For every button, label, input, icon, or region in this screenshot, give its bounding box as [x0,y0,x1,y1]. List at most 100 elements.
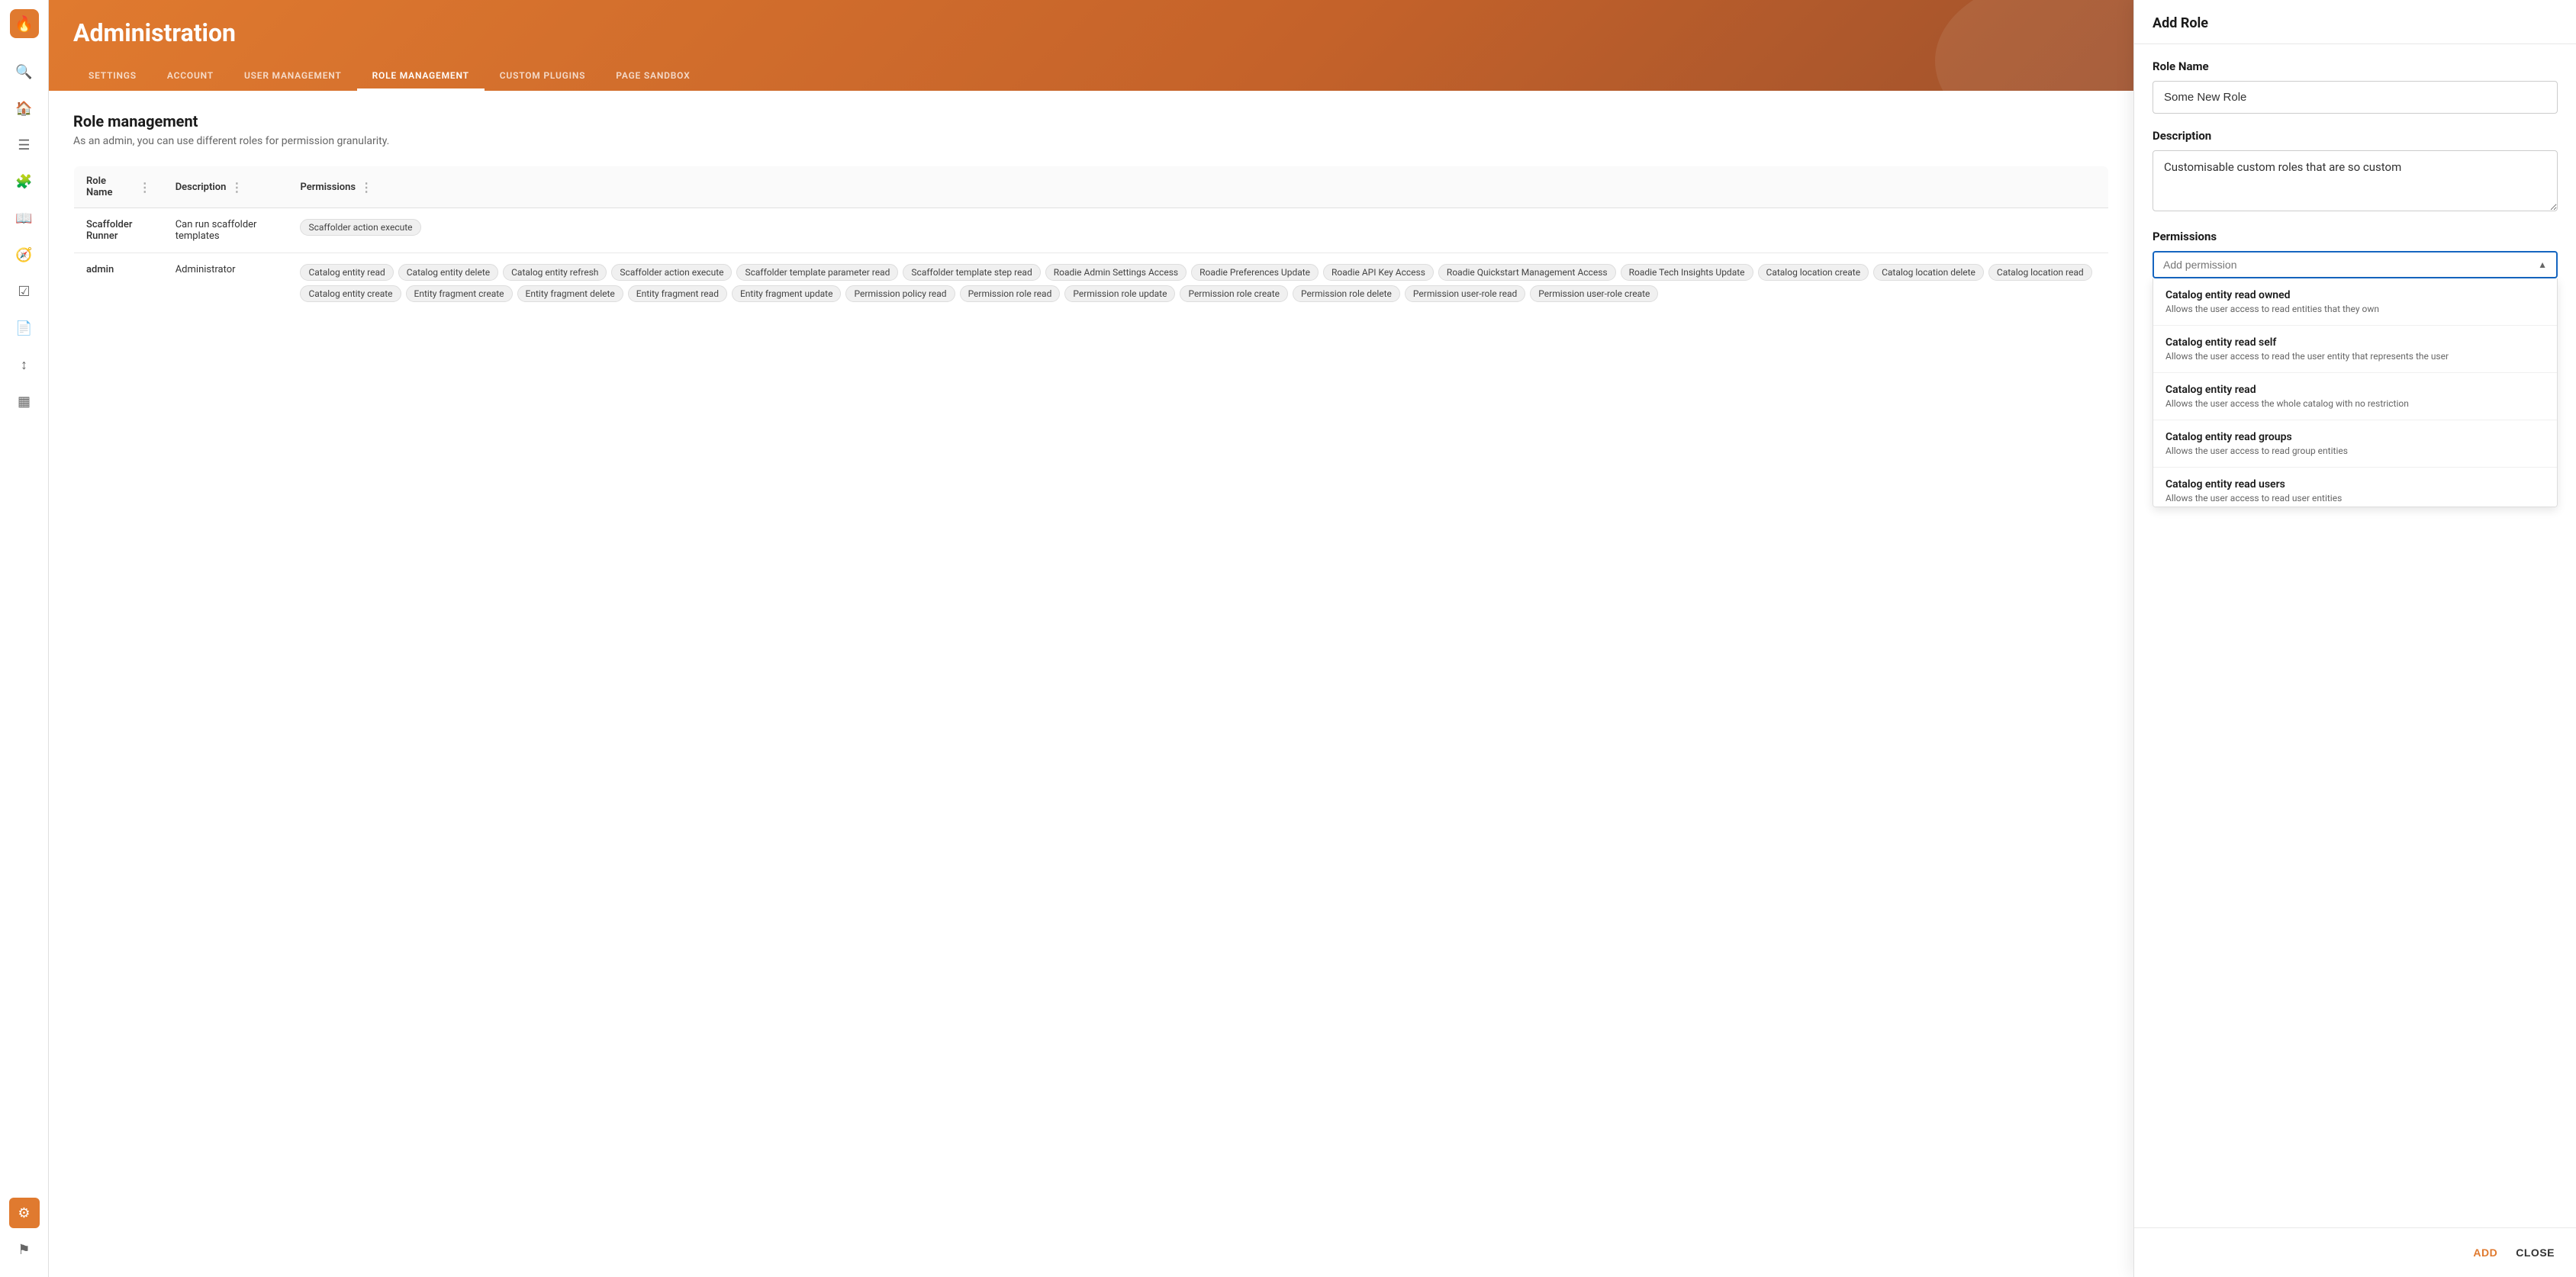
col-name-menu[interactable]: ⋮ [139,180,151,195]
permission-item-description: Allows the user access to read the user … [2165,351,2545,362]
role-description-cell: Administrator [163,253,288,314]
role-description-cell: Can run scaffolder templates [163,208,288,253]
content-area: Role management As an admin, you can use… [49,91,2133,1277]
permission-tag: Scaffolder template parameter read [736,264,898,281]
tab-custom-plugins[interactable]: CUSTOM PLUGINS [485,63,601,91]
permission-list-item[interactable]: Catalog entity read groups Allows the use… [2153,420,2557,468]
description-textarea[interactable] [2153,150,2558,211]
page-subtitle: As an admin, you can use different roles… [73,135,2109,147]
permission-tag: Entity fragment update [732,285,842,302]
sidebar: 🔥 🔍 🏠 ☰ 🧩 📖 🧭 ☑ 📄 ↕ ▦ ⚙ ⚑ [0,0,49,1277]
sidebar-item-list[interactable]: ☰ [9,130,40,160]
permission-tag: Catalog entity read [300,264,393,281]
tab-account[interactable]: ACCOUNT [152,63,229,91]
permission-tag: Permission role read [960,285,1061,302]
description-label: Description [2153,129,2558,143]
permission-tag: Entity fragment delete [517,285,623,302]
tab-user-management[interactable]: USER MANAGEMENT [229,63,357,91]
roles-table: Role Name ⋮ Description ⋮ Permissions [73,166,2109,314]
sidebar-item-flag[interactable]: ⚑ [9,1234,40,1265]
permission-list: Catalog entity read ownedAllows the user… [2153,278,2558,507]
book-icon: 📖 [15,211,32,227]
sidebar-item-copy[interactable]: 📄 [9,313,40,343]
close-button[interactable]: CLOSE [2513,1240,2558,1265]
add-button[interactable]: ADD [2470,1240,2500,1265]
panel-title: Add Role [2134,0,2576,44]
sidebar-item-tasks[interactable]: ☑ [9,276,40,307]
permission-item-name: Catalog entity read self [2165,336,2545,349]
list-icon: ☰ [18,137,30,153]
permission-list-item[interactable]: Catalog entity read usersAllows the user… [2153,468,2557,507]
table-icon: ▦ [18,394,31,410]
permission-tag: Catalog entity delete [398,264,498,281]
permission-tag: Catalog location delete [1873,264,1984,281]
permission-tag: Entity fragment create [406,285,513,302]
panel-footer: ADD CLOSE [2134,1227,2576,1277]
tab-page-sandbox[interactable]: PAGE SANDBOX [601,63,705,91]
permission-item-name: Catalog entity read [2165,384,2545,396]
permission-tag: Catalog entity refresh [503,264,607,281]
col-header-name: Role Name ⋮ [74,166,163,208]
logo-icon: 🔥 [14,14,34,33]
col-header-permissions: Permissions ⋮ [288,166,2108,208]
sidebar-item-settings[interactable]: ⚙ [9,1198,40,1228]
compass-icon: 🧭 [15,247,32,263]
puzzle-icon: 🧩 [15,174,32,190]
table-row: adminAdministratorCatalog entity readCat… [74,253,2109,314]
nav-tabs: SETTINGS ACCOUNT USER MANAGEMENT ROLE MA… [73,63,2109,91]
sidebar-item-search[interactable]: 🔍 [9,56,40,87]
permission-tag: Roadie Quickstart Management Access [1438,264,1616,281]
permission-tag: Roadie Preferences Update [1191,264,1319,281]
permission-tag: Roadie API Key Access [1323,264,1434,281]
permission-tag: Catalog entity create [300,285,401,302]
role-permissions-cell: Scaffolder action execute [288,208,2108,253]
permission-input-row[interactable]: ▲ [2153,251,2558,278]
flag-icon: ⚑ [18,1242,30,1258]
sidebar-item-import[interactable]: ↕ [9,349,40,380]
permission-tag: Permission role delete [1293,285,1400,302]
col-desc-menu[interactable]: ⋮ [230,180,243,195]
permission-item-name: Catalog entity read groups [2165,431,2545,443]
sidebar-item-table[interactable]: ▦ [9,386,40,417]
permission-item-description: Allows the user access to read group ent… [2165,446,2545,456]
search-icon: 🔍 [15,64,32,80]
header: Administration SETTINGS ACCOUNT USER MAN… [49,0,2133,91]
app-title: Administration [73,18,2109,47]
role-permissions-cell: Catalog entity read Catalog entity delete… [288,253,2108,314]
permission-item-description: Allows the user access to read entities … [2165,304,2545,314]
settings-icon: ⚙ [18,1205,30,1221]
add-role-panel: Add Role Role Name Description Permissio… [2133,0,2576,1277]
role-name-cell: admin [74,253,163,314]
permission-list-item[interactable]: Catalog entity read ownedAllows the user… [2153,278,2557,326]
role-name-input[interactable] [2153,81,2558,114]
copy-icon: 📄 [15,320,32,336]
col-perm-menu[interactable]: ⋮ [360,180,372,195]
tab-settings[interactable]: SETTINGS [73,63,152,91]
add-permission-input[interactable] [2163,259,2538,271]
permission-dropdown-wrapper: ▲ Catalog entity read ownedAllows the us… [2153,251,2558,507]
sidebar-item-explore[interactable]: 🧭 [9,240,40,270]
sidebar-item-docs[interactable]: 📖 [9,203,40,233]
permission-tag: Catalog location read [1988,264,2092,281]
permission-tag: Permission policy read [845,285,955,302]
app-logo[interactable]: 🔥 [10,9,39,38]
permission-tag: Scaffolder action execute [611,264,732,281]
permission-list-item[interactable]: Catalog entity readAllows the user acces… [2153,373,2557,420]
sidebar-item-home[interactable]: 🏠 [9,93,40,124]
page-title: Role management [73,112,2109,130]
role-name-cell: Scaffolder Runner [74,208,163,253]
permission-tag: Roadie Admin Settings Access [1045,264,1187,281]
table-row: Scaffolder RunnerCan run scaffolder temp… [74,208,2109,253]
permission-tag: Permission role create [1180,285,1288,302]
panel-body: Role Name Description Permissions ▲ Cata… [2134,44,2576,1227]
tab-role-management[interactable]: ROLE MANAGEMENT [357,63,485,91]
permission-tag: Permission user-role read [1405,285,1525,302]
chevron-up-icon: ▲ [2538,259,2547,270]
main-content: Administration SETTINGS ACCOUNT USER MAN… [49,0,2133,1277]
permission-tag: Entity fragment read [628,285,727,302]
permission-item-description: Allows the user access to read user enti… [2165,493,2545,503]
col-header-description: Description ⋮ [163,166,288,208]
sidebar-item-plugins[interactable]: 🧩 [9,166,40,197]
permission-tag: Catalog location create [1758,264,1869,281]
permission-list-item[interactable]: Catalog entity read self Allows the user … [2153,326,2557,373]
